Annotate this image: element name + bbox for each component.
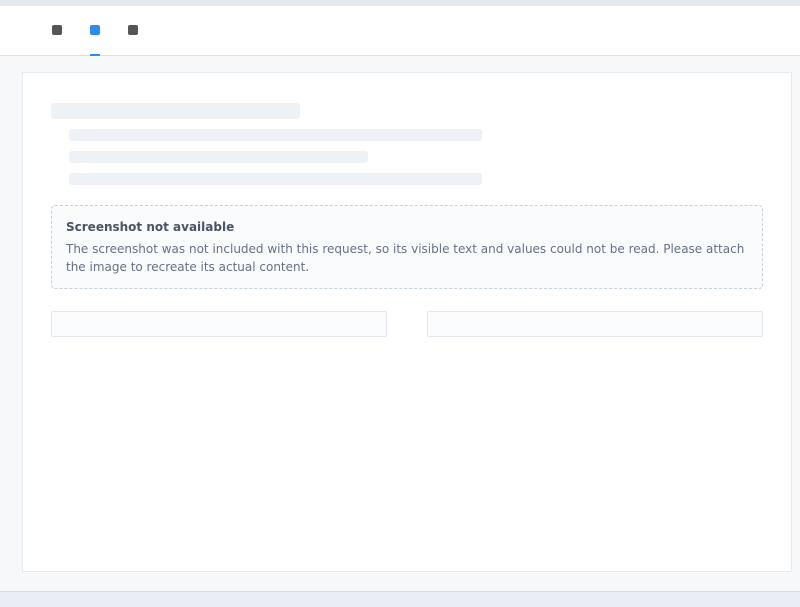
text-placeholder <box>69 173 482 185</box>
title-placeholder <box>51 103 301 119</box>
nav-item-placeholder[interactable] <box>52 6 62 56</box>
browser-status-bar <box>0 591 800 607</box>
input-sample-column <box>51 311 387 337</box>
content-panel: Screenshot not available The screenshot … <box>22 72 792 572</box>
output-sample-box[interactable] <box>427 311 763 337</box>
text-placeholder <box>69 129 482 141</box>
text-placeholder <box>69 151 369 163</box>
nav-item-placeholder[interactable] <box>128 6 138 56</box>
missing-image-notice: Screenshot not available The screenshot … <box>51 205 763 289</box>
nav-placeholder-icon <box>52 24 62 35</box>
nav-placeholder-icon <box>90 24 100 35</box>
input-sample-box[interactable] <box>51 311 387 337</box>
nav-item-placeholder-active[interactable] <box>90 6 100 56</box>
output-sample-column <box>427 311 763 337</box>
notice-body: The screenshot was not included with thi… <box>66 242 745 274</box>
nav-placeholder-icon <box>128 24 138 35</box>
notice-heading: Screenshot not available <box>66 220 235 234</box>
top-navbar <box>0 6 800 56</box>
io-samples-row <box>51 311 763 337</box>
